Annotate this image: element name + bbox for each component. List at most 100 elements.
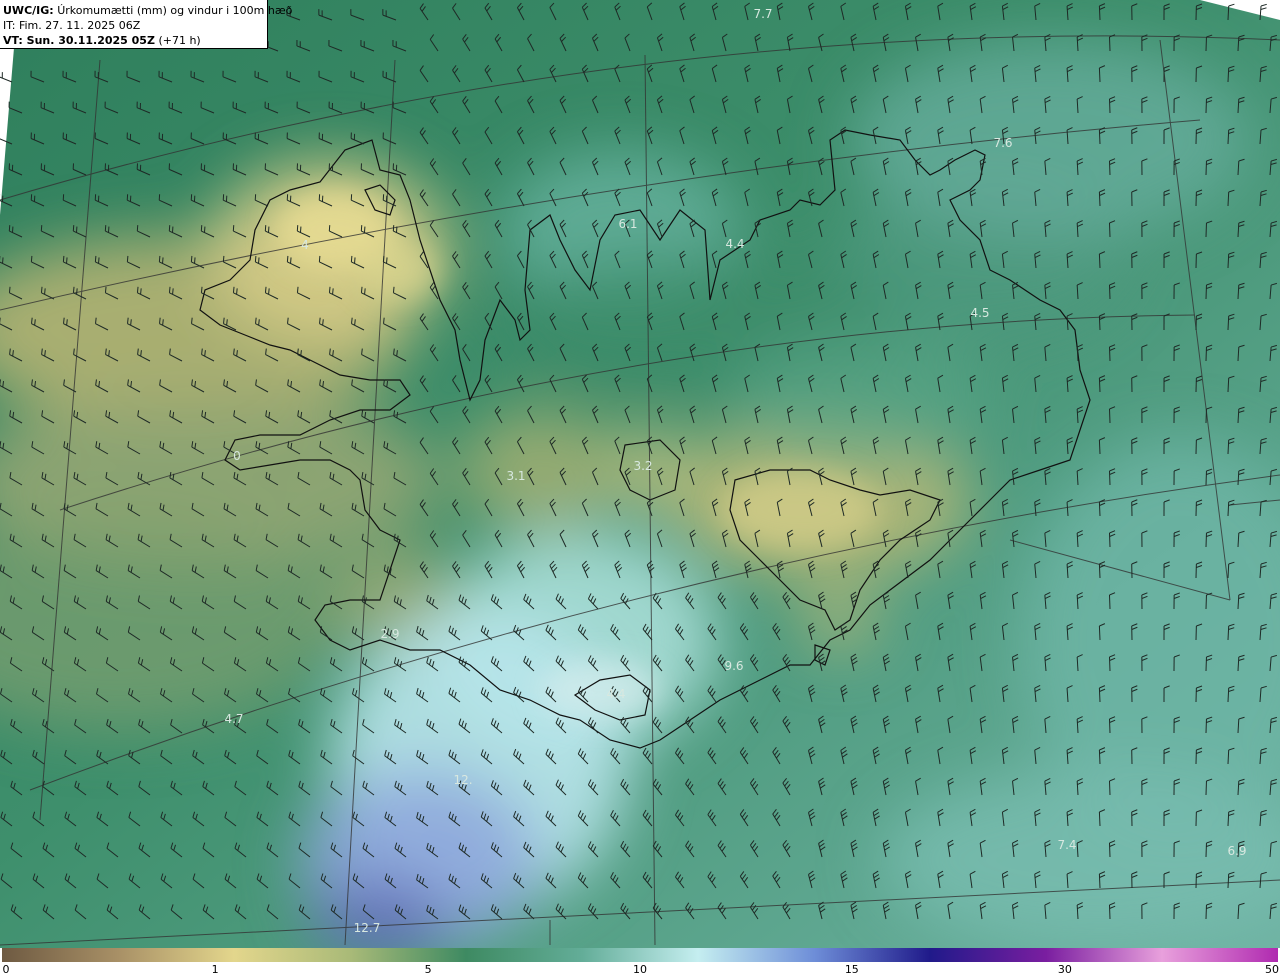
wind-barb [160,811,173,827]
wind-barb [201,348,215,362]
wind-barb [384,688,397,703]
wind-barb [786,405,794,424]
wind-barb [872,436,880,455]
wind-barb [494,467,503,486]
wind-barb [1269,468,1278,486]
wind-barb [462,34,471,52]
wind-barb [979,777,987,796]
wind-barb [969,374,977,393]
wind-barb [42,842,55,858]
wind-barb [592,281,599,300]
wind-barb [904,312,912,331]
wind-barb [882,715,890,734]
wind-barb [979,901,987,920]
wind-barb [711,64,718,83]
wind-barb [329,595,343,610]
wind-barb [360,163,375,176]
wind-barb [872,64,880,83]
wind-barb [808,498,815,517]
wind-barb [904,64,911,83]
wind-barb [318,9,333,21]
wind-barb [490,594,503,610]
map-value-label: 4.7 [224,712,244,726]
wind-barb [1195,623,1203,641]
wind-barb [513,810,525,827]
wind-barb [969,498,976,517]
wind-barb [882,219,890,238]
wind-barb [614,436,621,455]
wind-barb [1131,3,1138,21]
wind-barb [448,687,461,703]
wind-barb [0,626,13,641]
wind-barb [1173,34,1180,52]
wind-barb [1098,313,1106,331]
wind-barb [679,2,686,21]
wind-barb [416,687,429,703]
wind-barb [361,471,375,486]
map-value-label: 12. [453,773,473,787]
wind-barb [1066,871,1073,889]
wind-barb [850,901,858,920]
wind-barb [707,685,717,703]
map-value-label: 4.5 [970,306,990,320]
wind-barb [750,592,759,610]
wind-barb [170,842,183,858]
wind-barb [1163,499,1170,517]
wind-barb [168,163,183,176]
wind-barb [786,157,794,176]
wind-barb [1012,405,1019,424]
wind-barb [255,502,269,517]
wind-barb [1044,778,1051,796]
wind-barb [9,410,23,424]
wind-barb [1131,251,1138,269]
wind-barb [233,410,247,424]
wind-barb [656,529,663,548]
wind-barb [137,657,151,672]
wind-barb [191,626,205,641]
wind-barb [527,467,535,486]
wind-barb [937,870,944,889]
wind-barb [1076,344,1084,362]
wind-barb [484,2,493,21]
wind-barb [549,560,558,579]
wind-barb [360,225,375,238]
wind-barb [1034,64,1041,83]
wind-barb [1205,282,1213,300]
wind-barb [947,405,954,424]
wind-barb [750,778,759,796]
wind-barb [484,250,493,269]
wind-barb [452,499,461,517]
wind-barb [138,904,151,920]
wind-barb [513,624,525,641]
wind-barb [872,188,880,207]
wind-barb [10,718,23,734]
wind-barb [452,437,461,455]
wind-barb [577,872,589,889]
wind-barb [170,780,183,796]
wind-barb [1034,746,1041,765]
wind-barb [264,286,279,300]
wind-barb [73,348,87,362]
wind-barb [1098,375,1106,393]
wind-barb [1269,158,1278,176]
wind-barb [656,405,664,424]
wind-barb [73,410,87,424]
wind-barb [64,749,77,765]
wind-barb [1044,158,1051,176]
wind-barb [1205,778,1213,796]
wind-barb [458,842,471,858]
wind-barb [782,839,791,858]
wind-barb [224,873,237,889]
wind-barb [1044,220,1051,238]
wind-barb [808,126,815,145]
wind-barb [549,188,557,207]
wind-barb [549,436,557,455]
wind-barb [168,286,183,300]
wind-barb [232,286,247,300]
wind-barb [1001,312,1009,331]
wind-barb [452,561,461,579]
wind-barb [754,281,761,300]
wind-barb [41,410,55,424]
wind-barb [42,904,55,920]
wind-barb [41,471,55,486]
